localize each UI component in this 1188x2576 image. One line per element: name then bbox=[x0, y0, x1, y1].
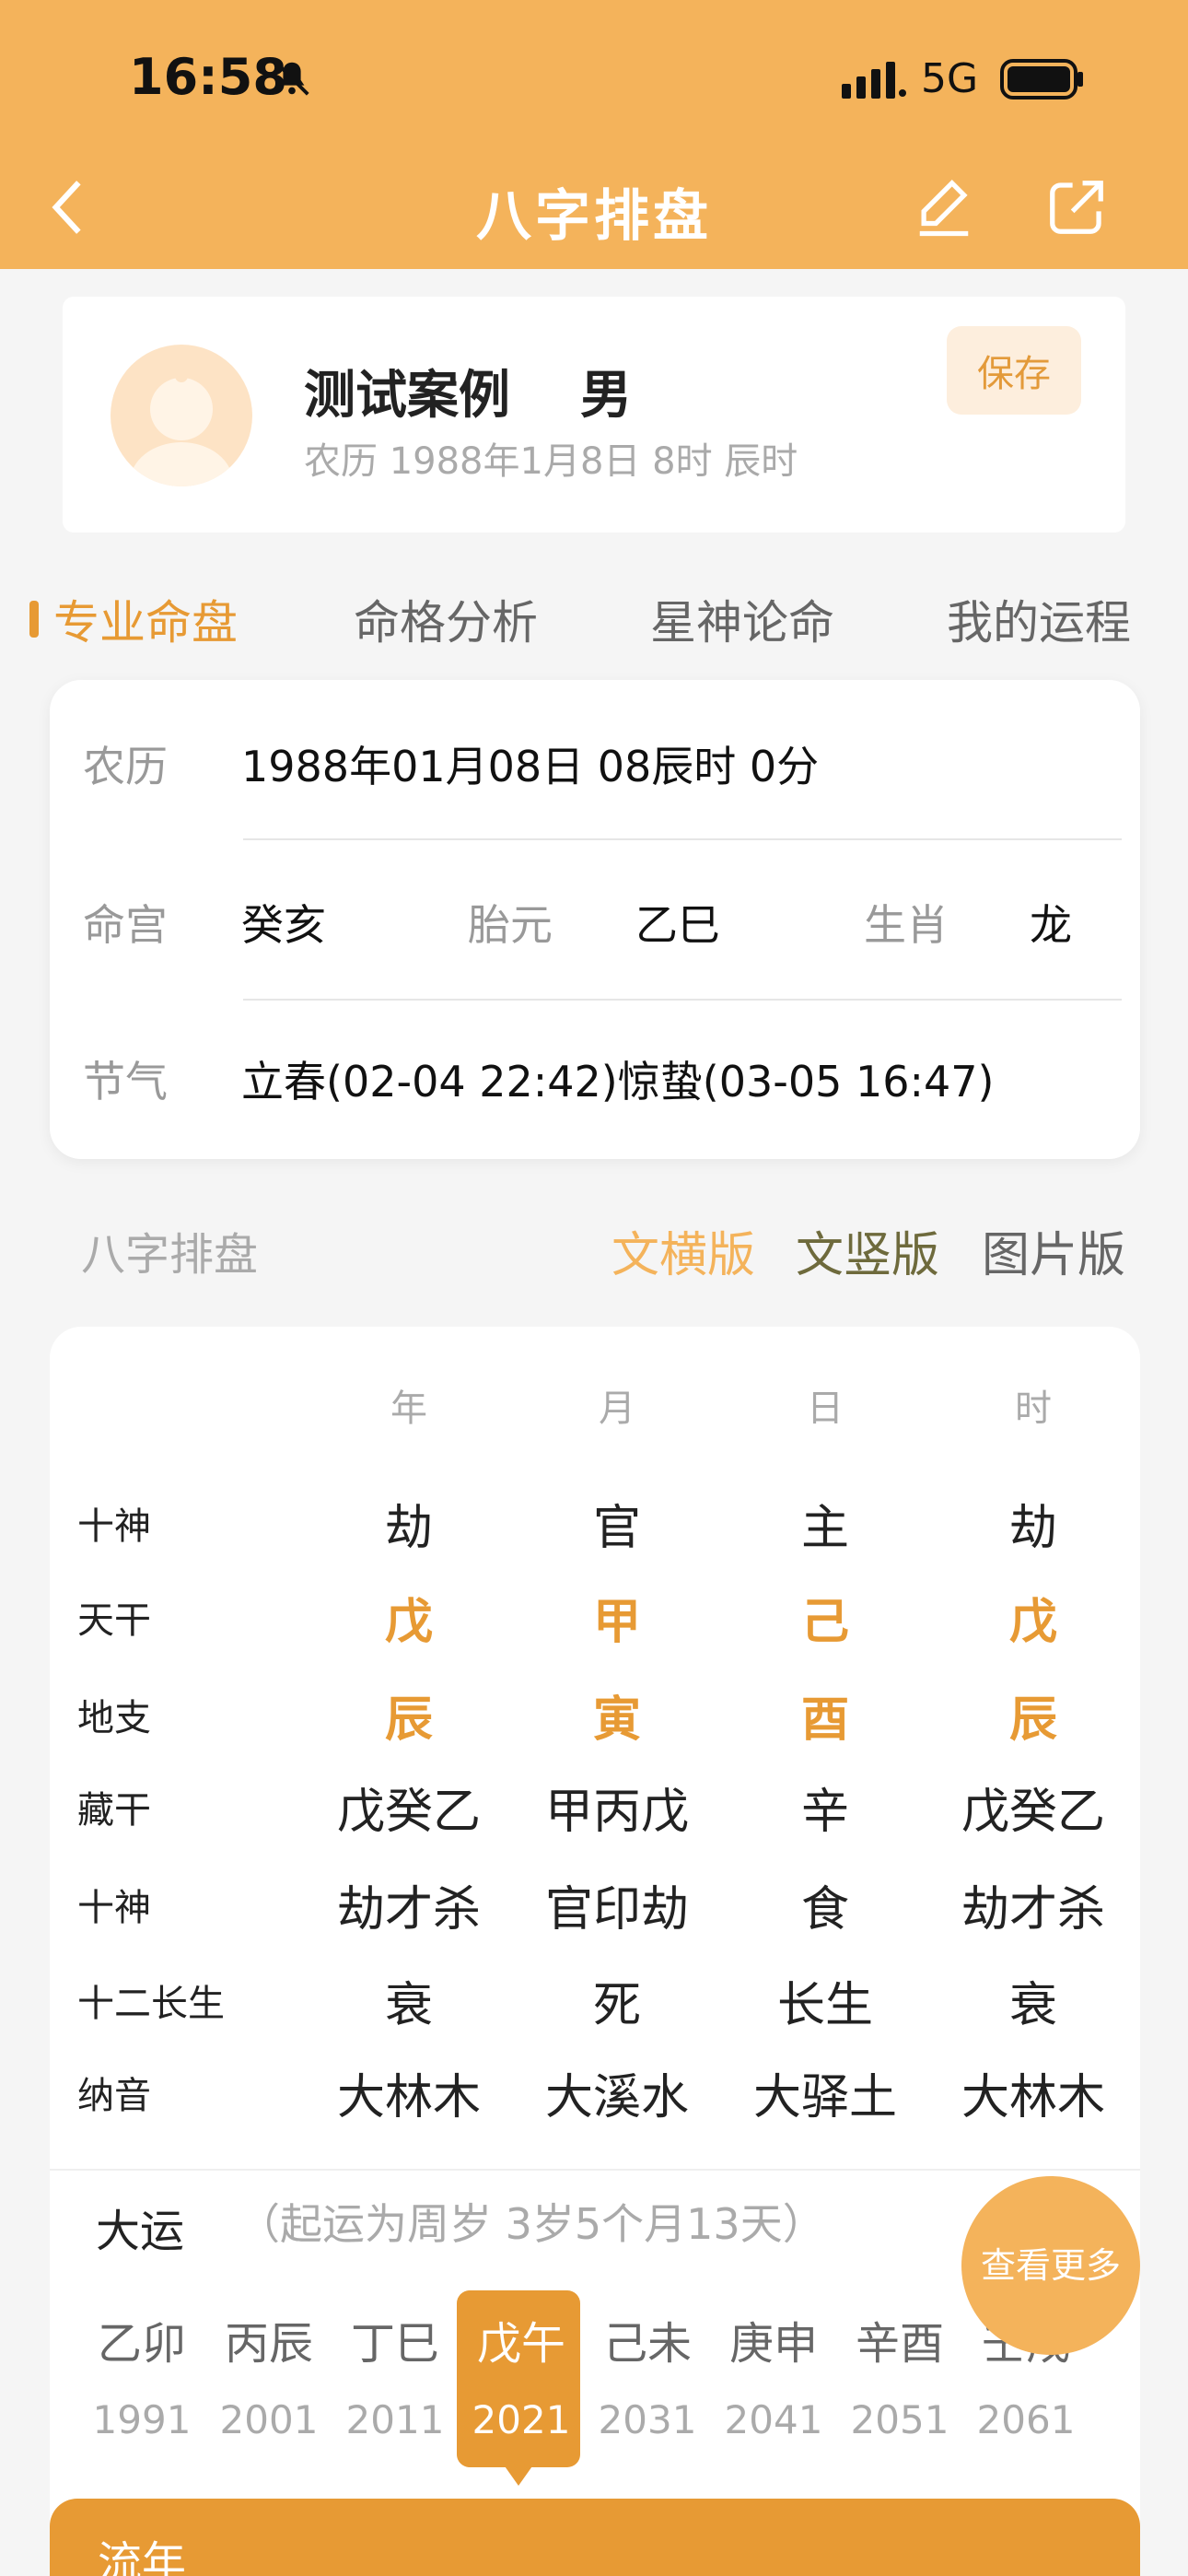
version-vertical-text[interactable]: 文竖版 bbox=[796, 1216, 939, 1285]
minggong-label: 命宫 bbox=[83, 900, 168, 950]
row-label: 十二长生 bbox=[77, 1983, 225, 2025]
dayun-ganzhi[interactable]: 辛酉 bbox=[840, 2307, 960, 2371]
table-cell: 食 bbox=[800, 1882, 849, 1938]
dayun-year[interactable]: 2041 bbox=[714, 2397, 833, 2442]
row-label: 纳音 bbox=[77, 2075, 151, 2117]
shengxiao-label: 生肖 bbox=[864, 900, 949, 950]
table-cell: 戊 bbox=[384, 1595, 433, 1650]
header-bar: 16:58 5G 八字排盘 bbox=[0, 0, 1188, 269]
dayun-ganzhi[interactable]: 庚申 bbox=[714, 2307, 833, 2371]
active-tab-indicator bbox=[29, 601, 39, 638]
table-cell: 衰 bbox=[1008, 1978, 1057, 2033]
dayun-ganzhi[interactable]: 丙辰 bbox=[209, 2307, 329, 2371]
shengxiao-value: 龙 bbox=[1030, 900, 1072, 950]
table-cell: 主 bbox=[800, 1501, 849, 1556]
bazi-section-title: 八字排盘 bbox=[81, 1229, 259, 1281]
table-cell: 戊癸乙 bbox=[961, 1785, 1105, 1840]
dayun-year[interactable]: 2001 bbox=[209, 2397, 329, 2442]
table-cell: 劫才杀 bbox=[961, 1882, 1105, 1938]
taiyuan-value: 乙巳 bbox=[635, 900, 720, 950]
table-cell: 大林木 bbox=[961, 2070, 1105, 2125]
profile-name: 测试案例 bbox=[304, 366, 510, 426]
dayun-note: （起运为周岁 3岁5个月13天） bbox=[238, 2199, 825, 2249]
dayun-year[interactable]: 1991 bbox=[82, 2397, 202, 2442]
battery-icon bbox=[1000, 59, 1083, 100]
status-time: 16:58 bbox=[129, 48, 287, 106]
divider bbox=[243, 999, 1122, 1001]
table-cell: 大溪水 bbox=[544, 2070, 689, 2125]
signal-icon bbox=[842, 62, 906, 99]
network-type: 5G bbox=[921, 55, 979, 102]
table-cell: 衰 bbox=[384, 1978, 433, 2033]
version-horizontal-text[interactable]: 文横版 bbox=[611, 1216, 755, 1285]
table-cell: 甲 bbox=[592, 1595, 641, 1650]
table-cell: 劫 bbox=[384, 1501, 433, 1556]
row-label: 地支 bbox=[77, 1697, 151, 1739]
column-header: 时 bbox=[1015, 1388, 1052, 1430]
row-label: 天干 bbox=[77, 1599, 151, 1642]
tab-pattern-analysis[interactable]: 命格分析 bbox=[354, 586, 538, 652]
liunian-title: 流年 bbox=[98, 2537, 187, 2576]
table-cell: 辰 bbox=[1008, 1692, 1057, 1748]
table-cell: 大驿土 bbox=[752, 2070, 897, 2125]
dayun-year[interactable]: 2051 bbox=[840, 2397, 960, 2442]
table-cell: 戊 bbox=[1008, 1595, 1057, 1650]
edit-pencil-icon[interactable] bbox=[912, 175, 976, 240]
lunar-value: 1988年01月08日 08辰时 0分 bbox=[241, 742, 820, 791]
avatar-placeholder-icon bbox=[130, 369, 233, 486]
dayun-year[interactable]: 2061 bbox=[966, 2397, 1086, 2442]
dayun-year[interactable]: 2011 bbox=[335, 2397, 455, 2442]
liunian-bar[interactable] bbox=[50, 2499, 1140, 2576]
table-cell: 官 bbox=[592, 1501, 641, 1556]
row-label: 藏干 bbox=[77, 1789, 151, 1832]
dayun-year[interactable]: 2021 bbox=[461, 2397, 581, 2442]
table-cell: 死 bbox=[592, 1978, 641, 2033]
tab-professional-chart[interactable]: 专业命盘 bbox=[53, 586, 238, 652]
version-image[interactable]: 图片版 bbox=[982, 1216, 1125, 1285]
column-header: 月 bbox=[599, 1388, 635, 1430]
profile-gender: 男 bbox=[580, 366, 632, 426]
column-header: 日 bbox=[807, 1388, 844, 1430]
dayun-ganzhi[interactable]: 己未 bbox=[588, 2307, 707, 2371]
dayun-title: 大运 bbox=[96, 2206, 185, 2257]
share-icon[interactable] bbox=[1044, 175, 1109, 240]
table-cell: 辰 bbox=[384, 1692, 433, 1748]
table-cell: 劫才杀 bbox=[336, 1882, 481, 1938]
row-label: 十神 bbox=[77, 1505, 151, 1548]
table-cell: 酉 bbox=[800, 1692, 849, 1748]
tab-my-fortune[interactable]: 我的运程 bbox=[947, 586, 1131, 652]
divider bbox=[243, 838, 1122, 840]
dayun-year[interactable]: 2031 bbox=[588, 2397, 707, 2442]
table-cell: 寅 bbox=[592, 1692, 641, 1748]
row-label: 十神 bbox=[77, 1887, 151, 1929]
divider bbox=[50, 2169, 1140, 2171]
table-cell: 甲丙戊 bbox=[544, 1785, 689, 1840]
view-more-button[interactable]: 查看更多 bbox=[961, 2176, 1140, 2355]
lunar-label: 农历 bbox=[83, 742, 168, 791]
jieqi-label: 节气 bbox=[83, 1057, 168, 1107]
bell-muted-icon bbox=[274, 61, 309, 96]
dayun-ganzhi[interactable]: 丁巳 bbox=[335, 2307, 455, 2371]
profile-card: 测试案例 男 农历 1988年1月8日 8时 辰时 保存 bbox=[63, 297, 1125, 533]
taiyuan-label: 胎元 bbox=[468, 900, 553, 950]
column-header: 年 bbox=[390, 1388, 427, 1430]
table-cell: 己 bbox=[800, 1595, 849, 1650]
dayun-ganzhi[interactable]: 戊午 bbox=[461, 2307, 581, 2371]
minggong-value: 癸亥 bbox=[241, 900, 326, 950]
table-cell: 辛 bbox=[800, 1785, 849, 1840]
avatar[interactable] bbox=[111, 345, 252, 486]
page-title: 八字排盘 bbox=[476, 184, 712, 249]
table-cell: 长生 bbox=[776, 1978, 873, 2033]
profile-lunar-birth: 农历 1988年1月8日 8时 辰时 bbox=[304, 440, 798, 483]
table-cell: 官印劫 bbox=[544, 1882, 689, 1938]
tab-star-reading[interactable]: 星神论命 bbox=[650, 586, 834, 652]
save-button[interactable]: 保存 bbox=[947, 326, 1081, 415]
dayun-ganzhi[interactable]: 乙卯 bbox=[82, 2307, 202, 2371]
jieqi-value: 立春(02-04 22:42)惊蛰(03-05 16:47) bbox=[241, 1057, 995, 1107]
table-cell: 劫 bbox=[1008, 1501, 1057, 1556]
table-cell: 戊癸乙 bbox=[336, 1785, 481, 1840]
table-cell: 大林木 bbox=[336, 2070, 481, 2125]
